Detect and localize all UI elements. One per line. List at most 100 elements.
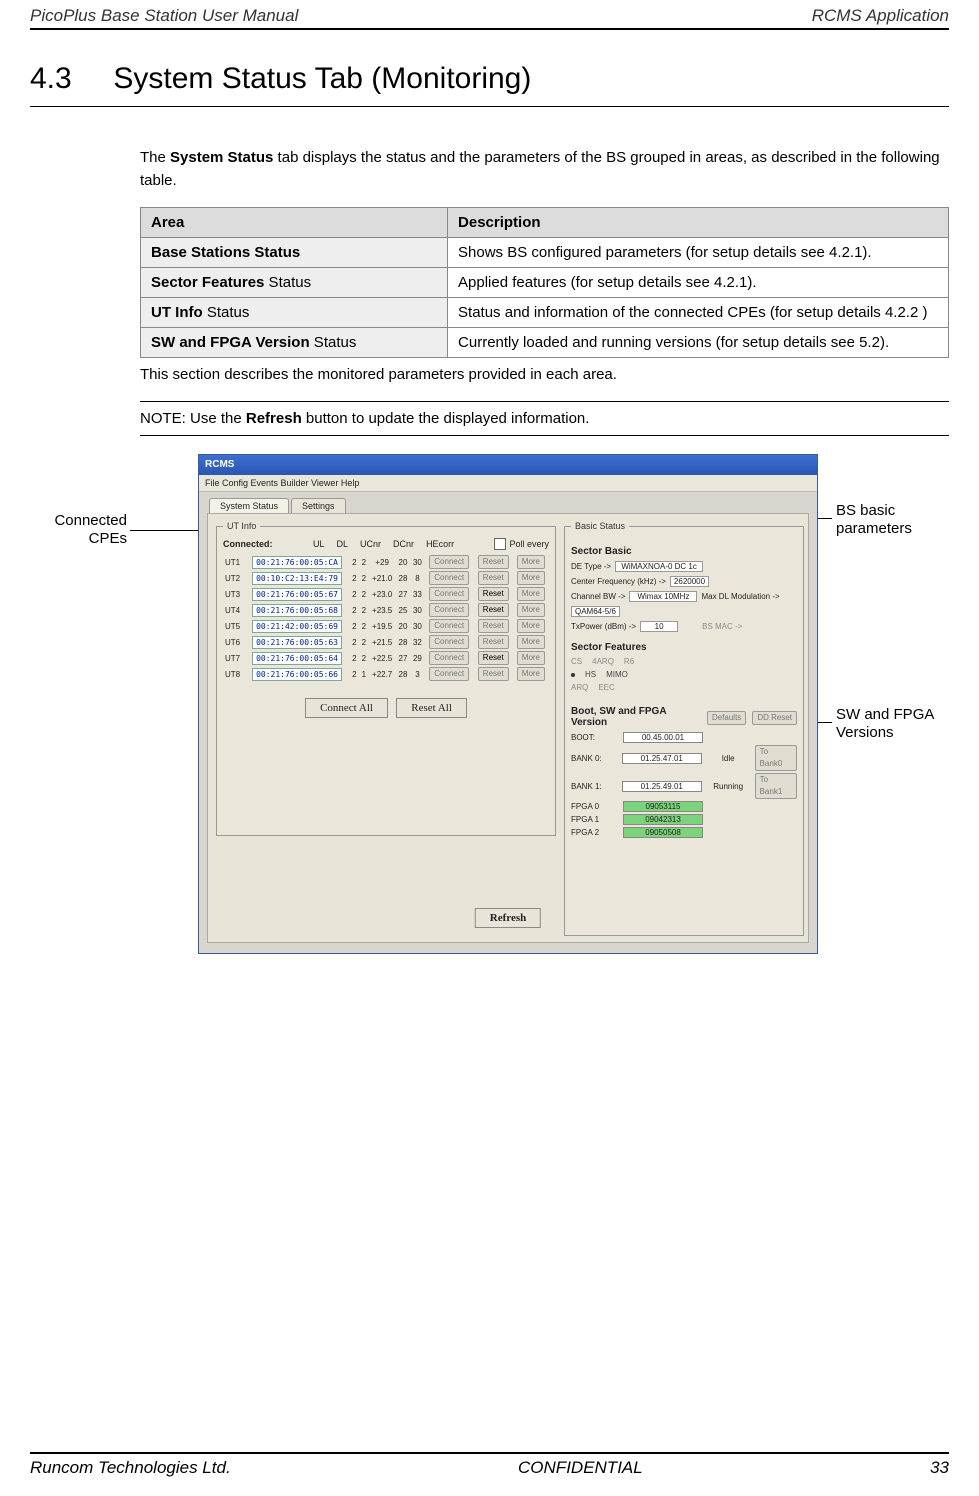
col-area: Area [141, 208, 448, 238]
center-freq-field[interactable]: 2620000 [670, 576, 709, 587]
monitored-paragraph: This section describes the monitored par… [140, 366, 949, 383]
connect-button[interactable]: Connect [429, 635, 469, 649]
ut-info-group: UT Info Connected: UL DL UCnr DCnr HEcor… [216, 526, 556, 836]
sector-basic-head: Sector Basic [571, 546, 797, 557]
fw-version: 09050508 [623, 827, 703, 838]
table-row: Base Stations Status Shows BS configured… [141, 238, 949, 268]
reset-button[interactable]: Reset [478, 651, 509, 665]
section-heading: 4.3 System Status Tab (Monitoring) [30, 62, 949, 107]
ut-row: UT400:21:76:00:05:6822+23.52530ConnectRe… [223, 602, 549, 618]
reset-button[interactable]: Reset [478, 571, 509, 585]
connected-row: Connected: UL DL UCnr DCnr HEcorr Poll e… [223, 538, 549, 550]
txpower-field[interactable]: 10 [640, 621, 678, 632]
section-title-text: System Status Tab (Monitoring) [113, 62, 531, 95]
fw-version: 09042313 [623, 814, 703, 825]
more-button[interactable]: More [517, 555, 545, 569]
mac-field[interactable]: 00:21:76:00:05:64 [252, 652, 342, 665]
footer-right: 33 [930, 1458, 949, 1478]
window-titlebar: RCMS [199, 455, 817, 475]
reset-all-button[interactable]: Reset All [396, 698, 467, 718]
connected-label: Connected: [223, 539, 307, 549]
fw-row: BOOT:00.45.00.01 [571, 732, 797, 743]
mac-field[interactable]: 00:21:76:00:05:66 [252, 668, 342, 681]
basic-status-legend: Basic Status [571, 521, 629, 531]
fw-row: FPGA 009053115 [571, 801, 797, 812]
fw-version: 01.25.47.01 [622, 753, 702, 764]
fw-row: BANK 0:01.25.47.01IdleTo Bank0 [571, 745, 797, 771]
callout-sw-fpga: SW and FPGA Versions [836, 706, 949, 742]
footer-center: CONFIDENTIAL [518, 1458, 643, 1478]
fw-row: FPGA 209050508 [571, 827, 797, 838]
more-button[interactable]: More [517, 667, 545, 681]
ut-info-legend: UT Info [223, 521, 260, 531]
mod-field[interactable]: QAM64-5/6 [571, 606, 620, 617]
ut-row: UT200:10:C2:13:E4:7922+21.0288ConnectRes… [223, 570, 549, 586]
col-desc: Description [448, 208, 949, 238]
connect-button[interactable]: Connect [429, 651, 469, 665]
ut-row: UT300:21:76:00:05:6722+23.02733ConnectRe… [223, 586, 549, 602]
connect-all-button[interactable]: Connect All [305, 698, 388, 718]
table-row: SW and FPGA Version Status Currently loa… [141, 328, 949, 358]
menubar[interactable]: File Config Events Builder Viewer Help [199, 475, 817, 492]
more-button[interactable]: More [517, 651, 545, 665]
more-button[interactable]: More [517, 587, 545, 601]
poll-every-label: Poll every [509, 539, 549, 549]
callout-line [130, 530, 205, 531]
fw-row: FPGA 109042313 [571, 814, 797, 825]
defaults-button[interactable]: Defaults [707, 711, 746, 725]
connect-button[interactable]: Connect [429, 587, 469, 601]
more-button[interactable]: More [517, 619, 545, 633]
more-button[interactable]: More [517, 635, 545, 649]
connect-button[interactable]: Connect [429, 555, 469, 569]
basic-status-group: Basic Status Sector Basic DE Type -> WiM… [564, 526, 804, 936]
fw-version: 09053115 [623, 801, 703, 812]
tab-row: System Status Settings [199, 492, 817, 513]
mac-field[interactable]: 00:21:76:00:05:67 [252, 588, 342, 601]
table-row: UT Info Status Status and information of… [141, 298, 949, 328]
table-header-row: Area Description [141, 208, 949, 238]
to-bank-button[interactable]: To Bank1 [755, 773, 797, 799]
connect-button[interactable]: Connect [429, 603, 469, 617]
reset-button[interactable]: Reset [478, 603, 509, 617]
refresh-button[interactable]: Refresh [475, 908, 541, 928]
reset-button[interactable]: Reset [478, 635, 509, 649]
to-bank-button[interactable]: To Bank0 [755, 745, 797, 771]
mac-field[interactable]: 00:21:76:00:05:68 [252, 604, 342, 617]
header-left: PicoPlus Base Station User Manual [30, 6, 298, 26]
note-block: NOTE: Use the Refresh button to update t… [140, 401, 949, 436]
poll-checkbox[interactable] [494, 538, 506, 550]
header-right: RCMS Application [812, 6, 949, 26]
ut-row: UT500:21:42:00:05:6922+19.52030ConnectRe… [223, 618, 549, 634]
ut-row: UT600:21:76:00:05:6322+21.52832ConnectRe… [223, 634, 549, 650]
ut-row: UT700:21:76:00:05:6422+22.52729ConnectRe… [223, 650, 549, 666]
more-button[interactable]: More [517, 603, 545, 617]
panel-body: UT Info Connected: UL DL UCnr DCnr HEcor… [207, 513, 809, 943]
mac-field[interactable]: 00:21:76:00:05:CA [252, 556, 342, 569]
sector-features-head: Sector Features [571, 642, 797, 653]
connect-button[interactable]: Connect [429, 619, 469, 633]
reset-button[interactable]: Reset [478, 667, 509, 681]
ut-row: UT800:21:76:00:05:6621+22.7283ConnectRes… [223, 666, 549, 682]
ut-row: UT100:21:76:00:05:CA22+292030ConnectRese… [223, 554, 549, 570]
connect-button[interactable]: Connect [429, 667, 469, 681]
tab-settings[interactable]: Settings [291, 498, 346, 513]
rcms-window: RCMS File Config Events Builder Viewer H… [198, 454, 818, 954]
callout-bs-basic: BS basic parameters [836, 502, 949, 538]
connect-button[interactable]: Connect [429, 571, 469, 585]
tab-system-status[interactable]: System Status [209, 498, 289, 513]
reset-button[interactable]: Reset [478, 555, 509, 569]
fw-version: 01.25.49.01 [622, 781, 702, 792]
description-table: Area Description Base Stations Status Sh… [140, 207, 949, 358]
reset-button[interactable]: Reset [478, 587, 509, 601]
de-type-field[interactable]: WiMAXNOA-0 DC 1c [615, 561, 703, 572]
reset-button[interactable]: Reset [478, 619, 509, 633]
mac-field[interactable]: 00:21:76:00:05:63 [252, 636, 342, 649]
mac-field[interactable]: 00:10:C2:13:E4:79 [252, 572, 342, 585]
fw-row: BANK 1:01.25.49.01RunningTo Bank1 [571, 773, 797, 799]
callout-connected-cpes: Connected CPEs [32, 512, 127, 548]
footer-left: Runcom Technologies Ltd. [30, 1458, 231, 1478]
dd-reset-button[interactable]: DD Reset [752, 711, 797, 725]
bw-field[interactable]: Wimax 10MHz [629, 591, 697, 602]
mac-field[interactable]: 00:21:42:00:05:69 [252, 620, 342, 633]
more-button[interactable]: More [517, 571, 545, 585]
